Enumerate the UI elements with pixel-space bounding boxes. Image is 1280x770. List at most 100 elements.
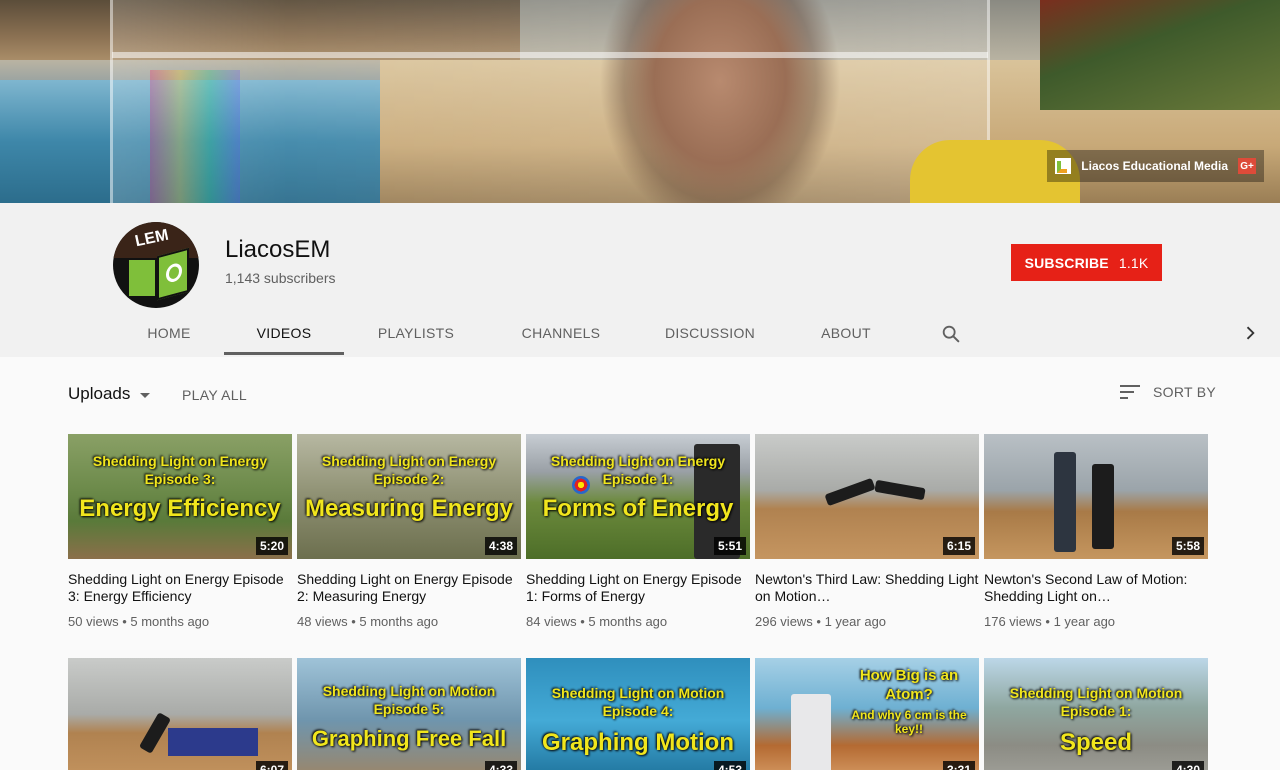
video-card[interactable]: 5:58 Newton's Second Law of Motion: Shed… [984, 434, 1208, 629]
avatar-text: LEM [133, 226, 171, 251]
video-duration: 4:30 [1171, 761, 1204, 770]
avatar[interactable]: LEM [113, 222, 199, 308]
uploads-dropdown[interactable]: Uploads [68, 384, 151, 404]
sort-by-label: SORT BY [1153, 384, 1217, 400]
upload-age: 5 months ago [588, 614, 668, 629]
thumbnail-caption: Shedding Light on Motion Episode 1: [1009, 685, 1183, 719]
channel-banner: Liacos Educational Media G+ [0, 0, 1280, 203]
channel-tabs: HOME VIDEOS PLAYLISTS CHANNELS DISCUSSIO… [0, 309, 1280, 357]
chevron-right-icon[interactable] [1240, 323, 1260, 343]
video-card[interactable]: How Big is an Atom? And why 6 cm is the … [755, 658, 979, 770]
subscribe-button[interactable]: SUBSCRIBE 1.1K [1011, 244, 1162, 281]
video-thumbnail[interactable]: Shedding Light on Energy Episode 1: Form… [526, 434, 750, 559]
person-figure [874, 479, 926, 501]
banner-garden [1040, 0, 1280, 110]
video-title[interactable]: Shedding Light on Energy Episode 3: Ener… [68, 571, 292, 605]
video-thumbnail[interactable]: Shedding Light on Energy Episode 2: Meas… [297, 434, 521, 559]
video-thumbnail[interactable]: Shedding Light on Motion Episode 4: Grap… [526, 658, 750, 770]
thumbnail-title: Forms of Energy [542, 495, 734, 522]
subscribe-label: SUBSCRIBE [1024, 254, 1109, 271]
tab-about[interactable]: ABOUT [806, 309, 886, 357]
uploads-label: Uploads [68, 384, 131, 403]
video-thumbnail[interactable]: 6:15 [755, 434, 979, 559]
presenter-figure [791, 694, 831, 770]
tab-home[interactable]: HOME [136, 309, 202, 357]
video-meta: 176 views • 1 year ago [984, 614, 1116, 629]
google-plus-icon[interactable]: G+ [1238, 158, 1256, 174]
thumbnail-caption: How Big is an Atom? [859, 667, 959, 703]
thumbnail-title: Energy Efficiency [79, 495, 281, 522]
video-duration: 5:20 [255, 537, 288, 555]
video-duration: 4:38 [484, 537, 517, 555]
upload-age: 5 months ago [130, 614, 210, 629]
video-duration: 4:33 [484, 761, 517, 770]
website-icon[interactable] [1055, 158, 1072, 174]
tab-videos[interactable]: VIDEOS [224, 309, 344, 357]
video-thumbnail[interactable]: 5:58 [984, 434, 1208, 559]
video-thumbnail[interactable]: Shedding Light on Energy Episode 3: Ener… [68, 434, 292, 559]
sort-icon [1120, 385, 1140, 399]
video-title[interactable]: Newton's Second Law of Motion: Shedding … [984, 571, 1208, 605]
crash-mat [168, 728, 258, 756]
upload-age: 1 year ago [1053, 614, 1116, 629]
person-figure [1054, 452, 1076, 552]
video-duration: 4:53 [713, 761, 746, 770]
video-meta: 84 views • 5 months ago [526, 614, 668, 629]
thumbnail-caption: Shedding Light on Motion Episode 5: [322, 683, 496, 717]
play-all-button[interactable]: PLAY ALL [182, 387, 247, 403]
upload-age: 5 months ago [359, 614, 439, 629]
view-count: 296 views [755, 614, 813, 629]
video-duration: 3:31 [942, 761, 975, 770]
video-card[interactable]: 6:15 Newton's Third Law: Shedding Light … [755, 434, 979, 629]
video-duration: 6:07 [255, 761, 288, 770]
video-meta: 50 views • 5 months ago [68, 614, 210, 629]
view-count: 50 views [68, 614, 119, 629]
channel-name: LiacosEM [225, 236, 331, 263]
video-duration: 5:51 [713, 537, 746, 555]
tab-discussion[interactable]: DISCUSSION [654, 309, 766, 357]
tab-channels[interactable]: CHANNELS [508, 309, 614, 357]
video-card[interactable]: Shedding Light on Motion Episode 5: Grap… [297, 658, 521, 770]
view-count: 176 views [984, 614, 1042, 629]
video-card[interactable]: Shedding Light on Motion Episode 4: Grap… [526, 658, 750, 770]
video-card[interactable]: Shedding Light on Energy Episode 2: Meas… [297, 434, 521, 629]
thumbnail-title: Graphing Motion [542, 729, 734, 756]
person-figure [138, 712, 172, 754]
video-thumbnail[interactable]: Shedding Light on Motion Episode 1: Spee… [984, 658, 1208, 770]
sort-by-button[interactable]: SORT BY [1119, 384, 1216, 400]
thumbnail-title: Graphing Free Fall [311, 726, 507, 751]
thumbnail-caption: Shedding Light on Energy Episode 3: [92, 453, 268, 487]
banner-refraction [150, 70, 240, 203]
video-card[interactable]: Shedding Light on Energy Episode 3: Ener… [68, 434, 292, 629]
video-card[interactable]: Shedding Light on Motion Episode 1: Spee… [984, 658, 1208, 770]
view-count: 48 views [297, 614, 348, 629]
banner-face [560, 0, 880, 203]
video-thumbnail[interactable]: Shedding Light on Motion Episode 5: Grap… [297, 658, 521, 770]
video-card[interactable]: Shedding Light on Energy Episode 1: Form… [526, 434, 750, 629]
video-duration: 6:15 [942, 537, 975, 555]
thumbnail-caption: Shedding Light on Energy Episode 2: [321, 453, 497, 487]
thumbnail-subcaption: And why 6 cm is the key!! [851, 708, 967, 736]
website-link[interactable]: Liacos Educational Media [1081, 159, 1228, 173]
thumbnail-caption: Shedding Light on Energy Episode 1: [550, 453, 726, 487]
video-meta: 296 views • 1 year ago [755, 614, 887, 629]
video-thumbnail[interactable]: How Big is an Atom? And why 6 cm is the … [755, 658, 979, 770]
person-figure [824, 477, 876, 507]
video-thumbnail[interactable]: 6:07 [68, 658, 292, 770]
video-title[interactable]: Shedding Light on Energy Episode 1: Form… [526, 571, 750, 605]
caret-down-icon [140, 392, 151, 398]
video-card[interactable]: 6:07 [68, 658, 292, 770]
video-meta: 48 views • 5 months ago [297, 614, 439, 629]
video-title[interactable]: Shedding Light on Energy Episode 2: Meas… [297, 571, 521, 605]
person-figure [1092, 464, 1114, 549]
view-count: 84 views [526, 614, 577, 629]
banner-waterline [112, 52, 988, 58]
upload-age: 1 year ago [824, 614, 887, 629]
tab-playlists[interactable]: PLAYLISTS [364, 309, 468, 357]
thumbnail-caption: Shedding Light on Motion Episode 4: [551, 685, 725, 719]
search-icon[interactable] [940, 323, 962, 345]
subscribe-count: 1.1K [1118, 254, 1149, 271]
banner-links[interactable]: Liacos Educational Media G+ [1047, 150, 1264, 182]
video-title[interactable]: Newton's Third Law: Shedding Light on Mo… [755, 571, 979, 605]
subscriber-count: 1,143 subscribers [225, 270, 336, 286]
